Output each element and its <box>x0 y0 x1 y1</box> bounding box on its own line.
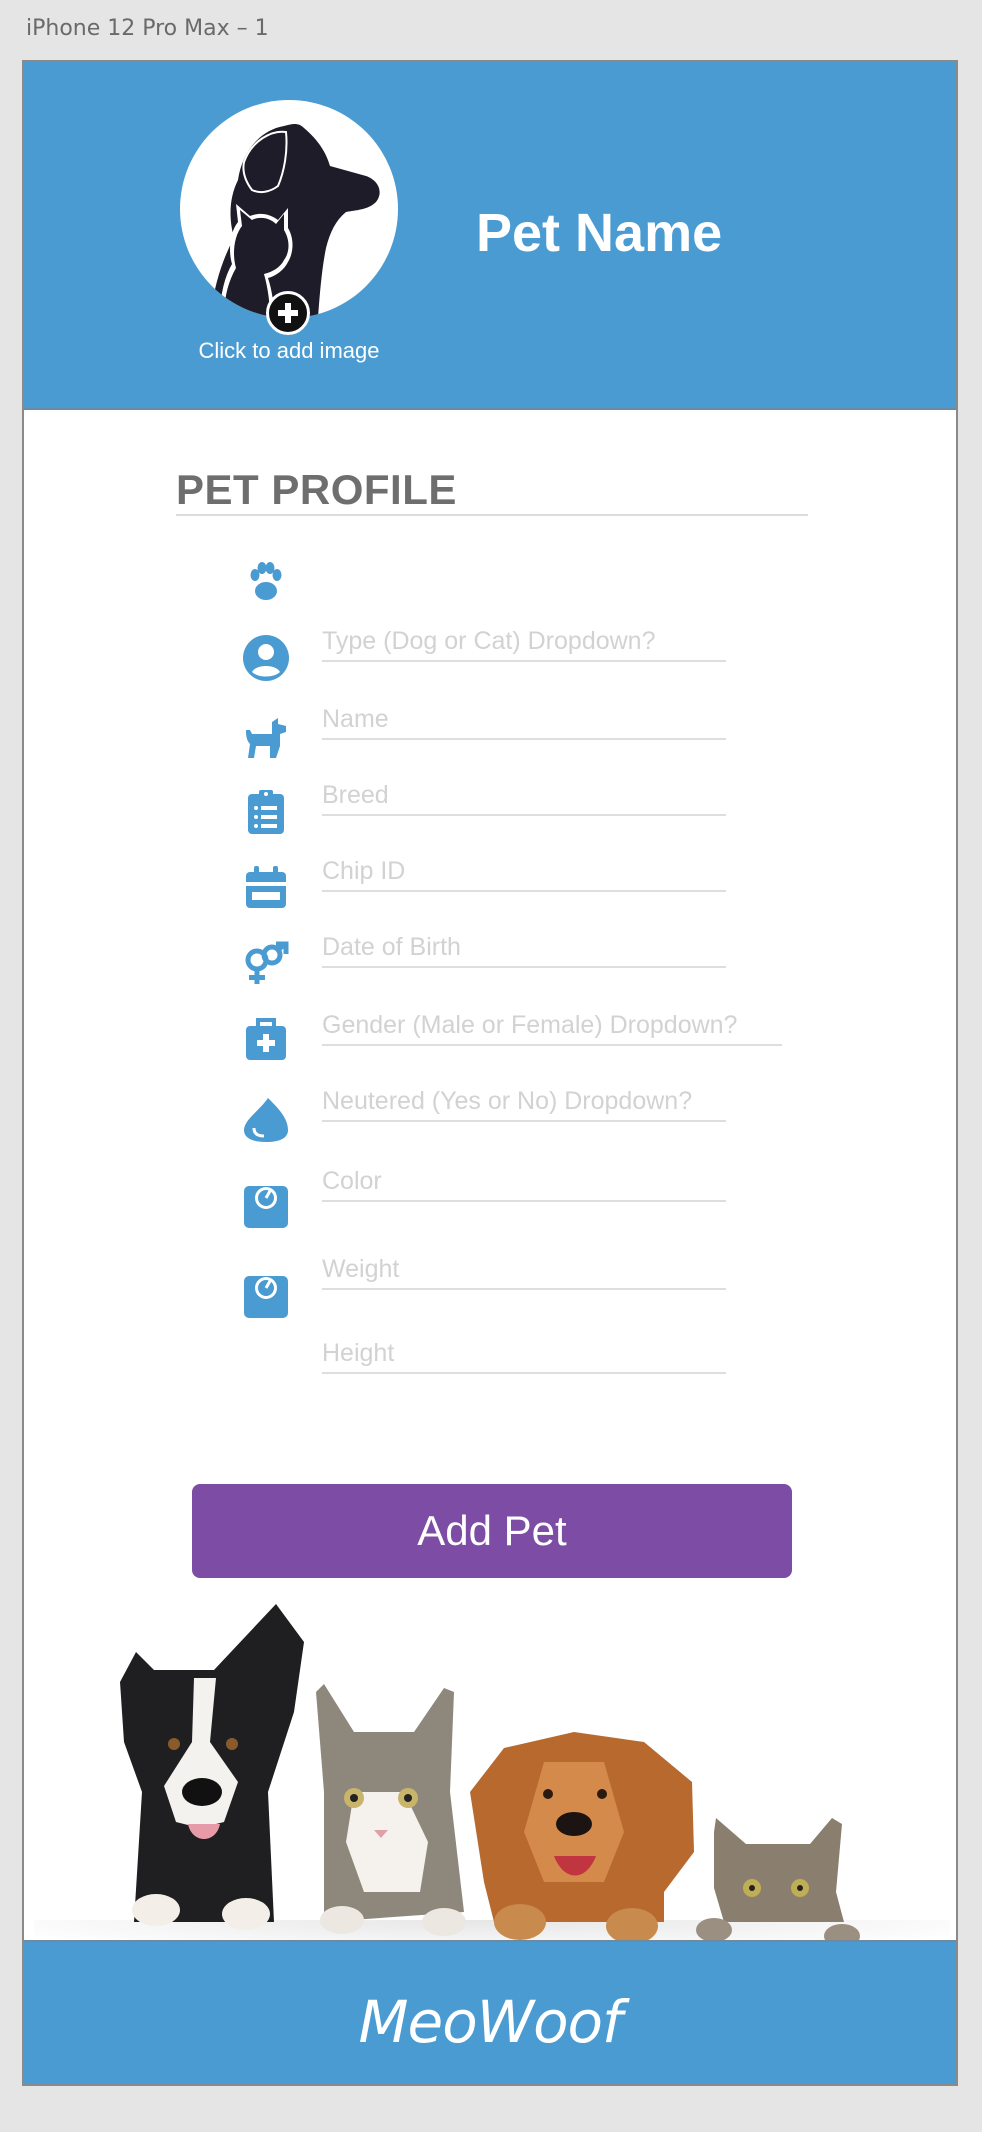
neutered-dropdown[interactable] <box>322 1082 726 1122</box>
avatar-caption[interactable]: Click to add image <box>154 338 424 364</box>
plus-icon <box>278 303 298 323</box>
user-circle-icon <box>243 635 289 681</box>
weight-scale-icon <box>244 1186 288 1228</box>
gender-icon <box>245 941 289 984</box>
phone-frame: Click to add image Pet Name PET PROFILE <box>22 60 958 2086</box>
pet-avatar[interactable] <box>180 100 398 318</box>
artboard-label: iPhone 12 Pro Max – 1 <box>26 16 269 41</box>
clipboard-list-icon <box>248 790 284 834</box>
name-field[interactable] <box>322 700 726 740</box>
breed-field[interactable] <box>322 776 726 816</box>
dog-icon <box>246 718 286 758</box>
add-image-button[interactable] <box>266 291 310 335</box>
height-field[interactable] <box>322 1334 726 1374</box>
add-pet-button[interactable]: Add Pet <box>192 1484 792 1578</box>
weight-field[interactable] <box>322 1250 726 1290</box>
brand-logo: MeoWoof <box>358 1988 623 2056</box>
section-title: PET PROFILE <box>176 466 457 513</box>
type-dropdown[interactable] <box>322 622 726 662</box>
gender-dropdown[interactable] <box>322 1006 782 1046</box>
chip-id-field[interactable] <box>322 852 726 892</box>
app-footer: MeoWoof <box>24 1940 956 2084</box>
section-divider <box>176 514 808 516</box>
pet-name-heading: Pet Name <box>476 203 723 263</box>
paw-icon <box>250 562 282 600</box>
calendar-icon <box>246 866 286 908</box>
date-of-birth-field[interactable] <box>322 928 726 968</box>
profile-header: Click to add image Pet Name <box>24 62 956 410</box>
color-field[interactable] <box>322 1162 726 1202</box>
dog-cat-silhouette-icon <box>210 124 380 318</box>
weight-scale-icon <box>244 1276 288 1318</box>
medical-kit-icon <box>246 1018 286 1060</box>
drop-icon <box>244 1098 288 1142</box>
